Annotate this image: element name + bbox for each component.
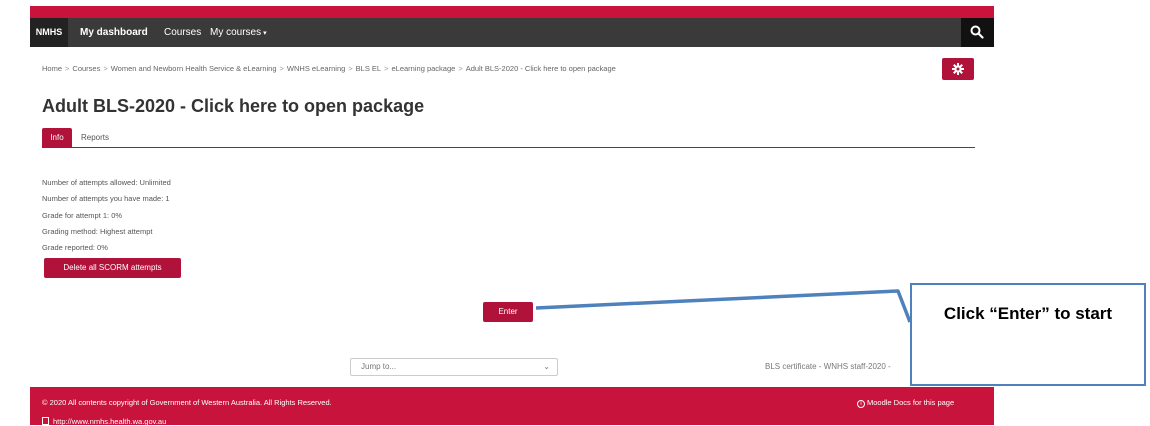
- instruction-callout: Click “Enter” to start: [910, 283, 1146, 386]
